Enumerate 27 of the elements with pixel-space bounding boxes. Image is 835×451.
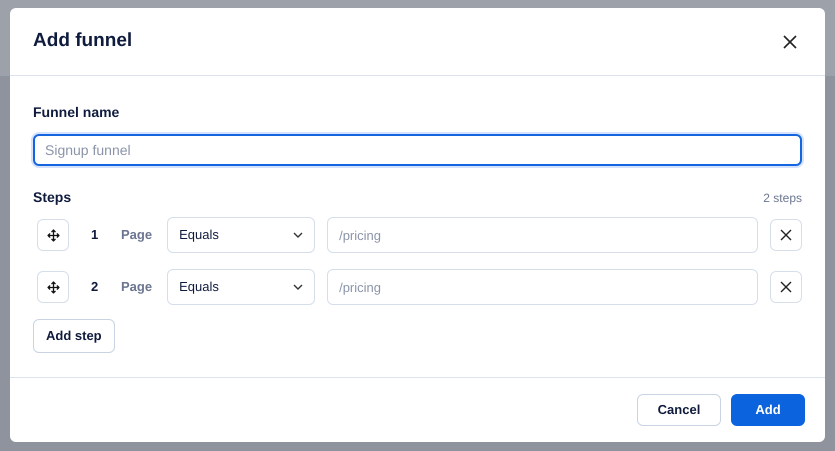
chevron-down-icon xyxy=(293,284,304,290)
funnel-name-field[interactable]: Signup funnel xyxy=(33,134,802,166)
remove-step-button[interactable] xyxy=(770,219,802,251)
step-type: Page xyxy=(121,226,152,244)
chevron-down-icon xyxy=(293,232,304,238)
drag-handle[interactable] xyxy=(37,219,69,251)
operator-select[interactable]: Equals xyxy=(167,269,316,305)
remove-step-button[interactable] xyxy=(770,271,802,303)
step-number: 1 xyxy=(91,226,100,244)
add-button[interactable]: Add xyxy=(731,394,805,426)
close-icon xyxy=(780,229,792,241)
close-icon xyxy=(780,281,792,293)
step-number: 2 xyxy=(91,278,100,296)
field-label: Funnel name xyxy=(33,103,120,122)
steps-count: 2 steps xyxy=(763,190,802,206)
drag-handle[interactable] xyxy=(37,271,69,303)
move-icon xyxy=(46,280,60,294)
cancel-button[interactable]: Cancel xyxy=(637,394,721,426)
value-field[interactable]: /pricing xyxy=(327,217,758,253)
add-step-button[interactable]: Add step xyxy=(33,319,115,353)
value-field[interactable]: /pricing xyxy=(327,269,758,305)
close-icon xyxy=(783,34,797,48)
operator-select[interactable]: Equals xyxy=(167,217,316,253)
step-type: Page xyxy=(121,278,152,296)
steps-heading: Steps xyxy=(33,188,72,207)
move-icon xyxy=(46,228,60,242)
dialog-title: Add funnel xyxy=(33,29,132,54)
